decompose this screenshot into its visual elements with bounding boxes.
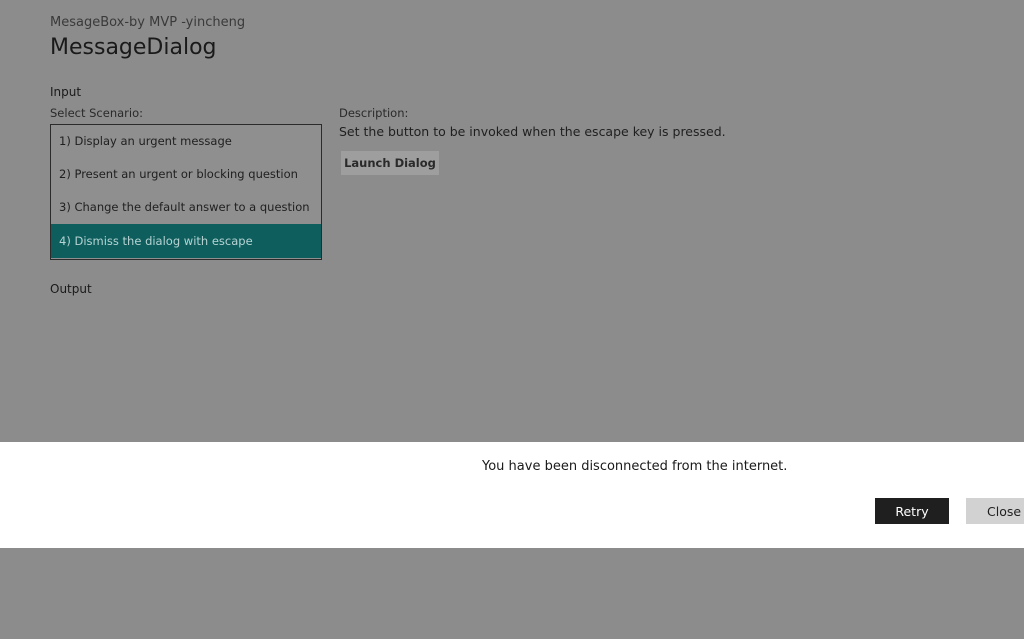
input-section-label: Input	[50, 85, 82, 99]
dialog-message: You have been disconnected from the inte…	[482, 459, 788, 474]
scenario-list[interactable]: 1) Display an urgent message 2) Present …	[50, 124, 322, 260]
description-text: Set the button to be invoked when the es…	[339, 124, 726, 139]
select-scenario-label: Select Scenario:	[50, 106, 143, 120]
scenario-item-3[interactable]: 3) Change the default answer to a questi…	[51, 191, 321, 224]
close-button[interactable]: Close	[966, 498, 1024, 524]
description-label: Description:	[339, 106, 409, 120]
scenario-item-4[interactable]: 4) Dismiss the dialog with escape	[51, 224, 321, 258]
scenario-item-1[interactable]: 1) Display an urgent message	[51, 125, 321, 158]
launch-dialog-button[interactable]: Launch Dialog	[341, 151, 439, 175]
message-dialog: You have been disconnected from the inte…	[0, 442, 1024, 548]
page-title: MessageDialog	[50, 35, 217, 60]
output-section-label: Output	[50, 282, 92, 296]
scenario-item-2[interactable]: 2) Present an urgent or blocking questio…	[51, 158, 321, 191]
app-title: MesageBox-by MVP -yincheng	[50, 15, 246, 30]
retry-button[interactable]: Retry	[875, 498, 949, 524]
